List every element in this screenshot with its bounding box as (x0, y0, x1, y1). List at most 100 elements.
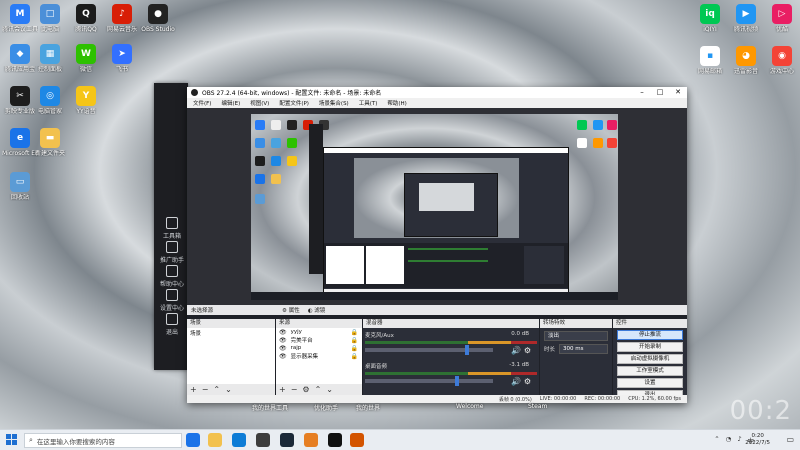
menu-item[interactable]: 配置文件(P) (279, 99, 309, 107)
desktop-icon-label[interactable]: 我的世界工具 (252, 403, 288, 412)
store-taskbar-icon[interactable] (232, 433, 246, 447)
visibility-eye-icon[interactable]: 👁 (279, 329, 287, 336)
bg-app-item[interactable]: 设置中心 (159, 289, 185, 312)
duration-input[interactable]: 300 ms (559, 344, 608, 354)
explorer-taskbar-icon[interactable] (208, 433, 222, 447)
close-button[interactable]: ✕ (669, 87, 687, 98)
visibility-eye-icon[interactable]: 👁 (279, 345, 287, 352)
source-list[interactable]: 👁 yyjy 🔒 👁 完美平台 🔒 👁 rajp 🔒 👁 显示器采集 🔒 (276, 328, 362, 384)
desktop-icon-label: 新建文件夹 (34, 150, 65, 157)
menu-item[interactable]: 编辑(E) (221, 99, 240, 107)
desktop-icon-left-2[interactable]: Q 腾讯QQ (68, 4, 104, 33)
desktop-icon-left-1[interactable]: □ 此电脑 (32, 4, 68, 33)
control-button[interactable]: 设置 (617, 378, 683, 388)
desktop-icon-right-0[interactable]: iq iQIYI (692, 4, 728, 33)
desktop-icon-left-11[interactable]: Y YY语音 (68, 86, 104, 115)
volume-slider[interactable] (365, 376, 493, 386)
gear-icon[interactable]: ⚙ (524, 346, 531, 355)
speaker-icon[interactable]: 🔊 (511, 377, 524, 386)
visibility-eye-icon[interactable]: 👁 (279, 353, 287, 360)
menu-item[interactable]: 帮助(H) (387, 99, 406, 107)
app-orange-2-taskbar-icon[interactable] (350, 433, 364, 447)
desktop-icon-left-10[interactable]: ◎ 电脑管家 (32, 86, 68, 115)
desktop-icon-left-3[interactable]: ♪ 网易云音乐 (104, 4, 140, 33)
desktop-icon-right-5[interactable]: ◉ 游戏中心 (764, 46, 800, 75)
add-scene-button[interactable]: + (190, 385, 197, 394)
volume-slider[interactable] (365, 345, 493, 355)
desktop-icon-label: 飞书 (115, 66, 128, 73)
bg-app-item[interactable]: 推广助手 (159, 241, 185, 264)
scene-list[interactable]: 场景 (187, 328, 275, 384)
lock-icon[interactable]: 🔒 (351, 337, 358, 344)
control-button[interactable]: 启动虚拟摄像机 (617, 354, 683, 364)
menu-item[interactable]: 场景集合(S) (319, 99, 349, 107)
source-item[interactable]: 👁 显示器采集 🔒 (276, 352, 362, 361)
volume-slider-knob[interactable] (464, 345, 469, 355)
desktop-icon-right-1[interactable]: ▶ 腾讯视频 (728, 4, 764, 33)
obs-taskbar-icon[interactable] (328, 433, 342, 447)
start-button[interactable] (6, 434, 17, 445)
transition-select[interactable]: 淡出 (544, 331, 608, 341)
move-up-button[interactable]: ⌃ (213, 385, 220, 394)
bg-app-item[interactable]: 退出 (159, 313, 185, 336)
properties-button[interactable]: ⚙ 属性 (282, 306, 300, 314)
tray-up-icon[interactable]: ⌃ (714, 435, 719, 445)
menu-item[interactable]: 文件(F) (193, 99, 211, 107)
desktop-icon-label[interactable]: Welcome (456, 403, 483, 410)
menu-item[interactable]: 视图(V) (250, 99, 269, 107)
desktop-icon-right-3[interactable]: ▪ 网易邮箱 (692, 46, 728, 75)
background-app-window[interactable]: 工具箱 推广助手 帮助中心 设置中心 退出 (154, 83, 188, 370)
desktop-icon-left-7[interactable]: W 微信 (68, 44, 104, 73)
move-down-button[interactable]: ⌄ (326, 385, 333, 394)
filters-button[interactable]: ◐ 滤镜 (308, 306, 326, 314)
speaker-icon[interactable]: 🔊 (511, 346, 524, 355)
remove-scene-button[interactable]: − (202, 385, 209, 394)
desktop-icon-left-13[interactable]: ▬ 新建文件夹 (32, 128, 68, 157)
desktop-icon-label[interactable]: 我的世界 (356, 403, 380, 412)
taskbar-search[interactable]: ⌕ 在这里输入你要搜索的内容 (24, 433, 182, 448)
desktop-icon-left-4[interactable]: ● OBS Studio (140, 4, 176, 33)
minimize-button[interactable]: – (633, 87, 651, 98)
edge-taskbar-icon[interactable] (186, 433, 200, 447)
scene-item[interactable]: 场景 (187, 328, 275, 338)
bg-app-item[interactable]: 帮助中心 (159, 265, 185, 288)
taskbar-clock[interactable]: 0:20 2022/7/5 (745, 433, 770, 447)
app-orange-taskbar-icon[interactable] (304, 433, 318, 447)
maximize-button[interactable]: □ (651, 87, 669, 98)
remove-source-button[interactable]: − (291, 385, 298, 394)
source-item[interactable]: 👁 完美平台 🔒 (276, 336, 362, 345)
move-down-button[interactable]: ⌄ (225, 385, 232, 394)
preview-canvas[interactable] (251, 114, 618, 300)
steam-taskbar-icon[interactable] (280, 433, 294, 447)
menu-item[interactable]: 工具(T) (359, 99, 378, 107)
volume-slider-knob[interactable] (454, 376, 459, 386)
desktop-icon-left-8[interactable]: ➤ 飞书 (104, 44, 140, 73)
lock-icon[interactable]: 🔒 (351, 345, 358, 352)
game-taskbar-icon[interactable] (256, 433, 270, 447)
network-icon[interactable]: ◔ (726, 435, 732, 445)
desktop-icon-right-4[interactable]: ◕ 迅雷影音 (728, 46, 764, 75)
desktop-icon-left-14[interactable]: ▭ 回收站 (2, 172, 38, 201)
add-source-button[interactable]: + (279, 385, 286, 394)
desktop-icon-label[interactable]: Steam (528, 403, 547, 410)
source-item[interactable]: 👁 rajp 🔒 (276, 344, 362, 352)
desktop-icon-right-2[interactable]: ▷ 优酷 (764, 4, 800, 33)
control-button[interactable]: 停止推流 (617, 330, 683, 340)
source-item[interactable]: 👁 yyjy 🔒 (276, 328, 362, 336)
desktop-icon-label[interactable]: 优化助手 (314, 403, 338, 412)
notification-icon[interactable]: ▭ (786, 435, 794, 444)
gear-icon[interactable]: ⚙ (524, 377, 531, 386)
move-up-button[interactable]: ⌃ (315, 385, 322, 394)
desktop-icon-left-6[interactable]: ▦ 控制面板 (32, 44, 68, 73)
volume-icon[interactable]: ♪ (737, 435, 741, 445)
source-settings-icon[interactable]: ⚙ (302, 385, 309, 394)
control-button[interactable]: 工作室模式 (617, 366, 683, 376)
visibility-eye-icon[interactable]: 👁 (279, 337, 287, 344)
obs-window[interactable]: OBS 27.2.4 (64-bit, windows) - 配置文件: 未命名… (187, 87, 687, 403)
lock-icon[interactable]: 🔒 (351, 353, 358, 360)
lock-icon[interactable]: 🔒 (351, 329, 358, 336)
app-icon: □ (40, 4, 60, 24)
bg-app-item[interactable]: 工具箱 (159, 217, 185, 240)
control-button[interactable]: 开始录制 (617, 342, 683, 352)
obs-titlebar[interactable]: OBS 27.2.4 (64-bit, windows) - 配置文件: 未命名… (187, 87, 687, 98)
